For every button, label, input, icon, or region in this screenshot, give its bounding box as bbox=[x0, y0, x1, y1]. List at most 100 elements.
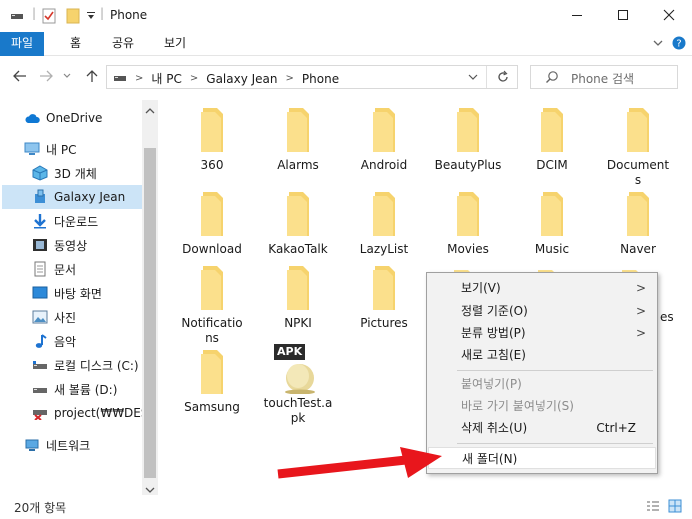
details-view-icon[interactable] bbox=[646, 500, 660, 515]
close-button[interactable] bbox=[646, 0, 692, 30]
up-button[interactable] bbox=[82, 66, 102, 86]
sidebar-item-label: 음악 bbox=[54, 334, 77, 349]
folder-item[interactable]: Notificatio ns bbox=[170, 266, 254, 346]
folder-item[interactable]: Naver bbox=[596, 192, 680, 257]
sidebar-item-videos[interactable]: 동영상 bbox=[32, 233, 87, 257]
submenu-arrow-icon: > bbox=[635, 326, 646, 340]
apk-file-item[interactable]: APK touchTest.a pk bbox=[256, 344, 340, 426]
minimize-button[interactable] bbox=[554, 0, 600, 30]
sidebar-item-network[interactable]: 네트워크 bbox=[24, 433, 90, 457]
breadcrumb-item-this-pc[interactable]: 내 PC bbox=[151, 70, 181, 87]
folder-item[interactable]: LazyList bbox=[342, 192, 426, 257]
sidebar-item-this-pc[interactable]: 내 PC bbox=[24, 137, 76, 161]
breadcrumb-separator-icon[interactable]: > bbox=[190, 73, 198, 84]
refresh-button[interactable] bbox=[495, 69, 511, 88]
folder-item[interactable]: Document s bbox=[596, 108, 680, 188]
folder-item[interactable]: Alarms bbox=[256, 108, 340, 173]
sidebar-item-galaxy-jean[interactable]: Galaxy Jean bbox=[2, 185, 142, 209]
phone-device-icon bbox=[32, 189, 48, 205]
folder-icon bbox=[287, 192, 309, 236]
minimize-icon bbox=[572, 15, 582, 16]
folder-item[interactable]: KakaoTalk bbox=[256, 192, 340, 257]
sidebar-item-project-network-drive[interactable]: project(₩₩DESK bbox=[32, 401, 142, 425]
apk-badge: APK bbox=[274, 344, 306, 360]
search-placeholder: Phone 검색 bbox=[571, 72, 635, 86]
address-bar[interactable]: > 내 PC > Galaxy Jean > Phone bbox=[106, 65, 518, 89]
red-arrow-annotation bbox=[277, 447, 442, 479]
breadcrumb-separator-icon[interactable]: > bbox=[286, 73, 294, 84]
sidebar-item-music[interactable]: 음악 bbox=[32, 329, 76, 353]
menu-separator bbox=[457, 370, 653, 371]
address-history-dropdown[interactable] bbox=[467, 70, 479, 87]
menu-item-group-by[interactable]: 분류 방법(P) > bbox=[428, 322, 656, 344]
folder-item[interactable]: Music bbox=[510, 192, 594, 257]
folder-item[interactable]: 360 bbox=[170, 108, 254, 173]
breadcrumb-item-galaxy-jean[interactable]: Galaxy Jean bbox=[206, 72, 277, 86]
menu-item-sort-by[interactable]: 정렬 기준(O) > bbox=[428, 300, 656, 322]
sidebar-item-3d-objects[interactable]: 3D 개체 bbox=[32, 161, 97, 185]
folder-item[interactable]: BeautyPlus bbox=[426, 108, 510, 173]
status-bar: 20개 항목 bbox=[0, 495, 692, 519]
network-drive-icon bbox=[32, 405, 48, 421]
forward-button[interactable] bbox=[36, 66, 56, 86]
breadcrumb: > 내 PC > Galaxy Jean > Phone bbox=[135, 70, 339, 87]
tab-view[interactable]: 보기 bbox=[154, 32, 196, 56]
properties-checklist-icon[interactable] bbox=[42, 8, 56, 27]
sidebar-item-label: 바탕 화면 bbox=[54, 286, 102, 301]
folder-item[interactable]: Movies bbox=[426, 192, 510, 257]
chevron-down-icon bbox=[468, 74, 478, 80]
drive-icon bbox=[32, 357, 48, 373]
apk-icon: APK bbox=[274, 344, 318, 395]
sidebar-item-local-disk-c[interactable]: 로컬 디스크 (C:) bbox=[32, 353, 139, 377]
folder-item[interactable]: Android bbox=[342, 108, 426, 173]
forward-arrow-icon bbox=[40, 70, 53, 82]
cloud-icon bbox=[24, 110, 40, 126]
folder-item[interactable]: DCIM bbox=[510, 108, 594, 173]
menu-item-view[interactable]: 보기(V) > bbox=[428, 277, 656, 299]
search-input[interactable]: Phone 검색 bbox=[530, 65, 678, 89]
new-folder-icon[interactable] bbox=[66, 8, 80, 27]
menu-item-refresh[interactable]: 새로 고침(E) bbox=[428, 344, 656, 366]
network-icon bbox=[24, 437, 40, 453]
submenu-arrow-icon: > bbox=[635, 281, 646, 295]
folder-item[interactable]: Download bbox=[170, 192, 254, 257]
folder-item[interactable]: Pictures bbox=[342, 266, 426, 331]
scroll-up-icon[interactable] bbox=[145, 104, 155, 118]
svg-text:?: ? bbox=[676, 39, 681, 50]
menu-item-new-folder[interactable]: 새 폴더(N) bbox=[428, 447, 656, 469]
sidebar-item-documents[interactable]: 문서 bbox=[32, 257, 76, 281]
recent-locations-button[interactable] bbox=[60, 66, 74, 86]
sidebar-item-new-volume-d[interactable]: 새 볼륨 (D:) bbox=[32, 377, 117, 401]
back-button[interactable] bbox=[10, 66, 30, 86]
scrollbar-thumb[interactable] bbox=[144, 148, 156, 478]
sidebar-item-label: Galaxy Jean bbox=[54, 190, 126, 204]
tab-file[interactable]: 파일 bbox=[0, 32, 44, 56]
tab-home[interactable]: 홈 bbox=[60, 32, 91, 56]
sidebar-item-pictures[interactable]: 사진 bbox=[32, 305, 76, 329]
sidebar-scrollbar[interactable] bbox=[142, 100, 158, 495]
help-icon[interactable]: ? bbox=[672, 36, 686, 53]
large-icons-view-icon[interactable] bbox=[668, 499, 682, 516]
tab-share[interactable]: 공유 bbox=[102, 32, 144, 56]
expand-ribbon-icon[interactable] bbox=[652, 37, 664, 52]
sidebar-item-label: 로컬 디스크 (C:) bbox=[54, 358, 139, 373]
refresh-icon bbox=[498, 70, 508, 82]
drive-icon[interactable] bbox=[10, 8, 24, 25]
folder-item[interactable]: NPKI bbox=[256, 266, 340, 331]
device-icon bbox=[113, 71, 127, 86]
sidebar-item-desktop[interactable]: 바탕 화면 bbox=[32, 281, 102, 305]
pictures-icon bbox=[32, 309, 48, 325]
menu-item-paste[interactable]: 붙여넣기(P) bbox=[428, 373, 656, 395]
navigation-bar: > 내 PC > Galaxy Jean > Phone Phone 검색 bbox=[0, 56, 692, 98]
breadcrumb-item-phone[interactable]: Phone bbox=[302, 72, 339, 86]
menu-item-undo-delete[interactable]: 삭제 취소(U) Ctrl+Z bbox=[428, 417, 656, 439]
quick-access-dropdown-icon[interactable] bbox=[86, 10, 96, 24]
sidebar-item-onedrive[interactable]: OneDrive bbox=[24, 106, 102, 130]
folder-item[interactable]: Samsung bbox=[170, 350, 254, 415]
breadcrumb-separator-icon[interactable]: > bbox=[135, 73, 143, 84]
sidebar-item-downloads[interactable]: 다운로드 bbox=[32, 209, 98, 233]
menu-item-paste-shortcut[interactable]: 바로 가기 붙여넣기(S) bbox=[428, 395, 656, 417]
folder-icon bbox=[541, 192, 563, 236]
maximize-button[interactable] bbox=[600, 0, 646, 30]
3d-objects-icon bbox=[32, 165, 48, 181]
